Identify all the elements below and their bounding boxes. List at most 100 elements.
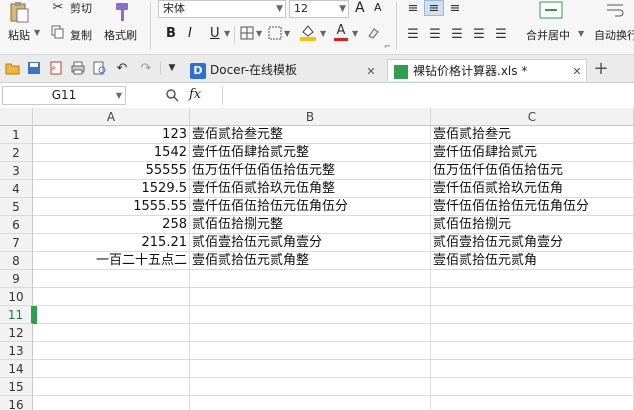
print-icon[interactable] [70,60,86,76]
row-header-4[interactable]: 4 [0,180,33,198]
wrap-text-button[interactable]: 自动换行 [594,27,634,43]
border-icon[interactable] [238,24,256,42]
format-painter-button[interactable]: 格式刷 [104,27,137,43]
shrink-font-button[interactable]: A [374,1,382,14]
align-right-icon[interactable]: ☰ [448,26,466,42]
cell-c11[interactable] [431,306,634,324]
fill-color-icon[interactable] [298,22,318,42]
format-painter-icon[interactable] [110,0,136,24]
cell-c15[interactable] [431,378,634,396]
eraser-icon[interactable] [364,24,382,42]
cell-a7[interactable]: 215.21 [33,234,190,252]
merge-center-button[interactable]: 合并居中 [526,27,570,43]
distributed-align-icon[interactable]: ☰ [492,26,510,42]
cell-a8[interactable]: 一百二十五点二 [33,252,190,270]
tab-spreadsheet[interactable]: 裸钻价格计算器.xls * [387,59,587,81]
cell-b3[interactable]: 伍万伍仟伍佰伍拾伍元整 [190,162,431,180]
row-header-9[interactable]: 9 [0,270,33,288]
row-header-13[interactable]: 13 [0,342,33,360]
cell-c9[interactable] [431,270,634,288]
cell-a9[interactable] [33,270,190,288]
cell-c5[interactable]: 壹仟伍佰伍拾伍元伍角伍分 [431,198,634,216]
bold-button[interactable]: B [166,26,176,41]
merge-dropdown-icon[interactable]: ▼ [284,29,290,38]
cell-a11[interactable] [33,306,190,324]
zoom-icon[interactable] [164,87,180,103]
font-color-icon[interactable]: A [332,22,350,42]
row-header-16[interactable]: 16 [0,396,33,410]
cell-c4[interactable]: 壹仟伍佰贰拾玖元伍角 [431,180,634,198]
row-header-2[interactable]: 2 [0,144,33,162]
row-header-7[interactable]: 7 [0,234,33,252]
cell-b5[interactable]: 壹仟伍佰伍拾伍元伍角伍分 [190,198,431,216]
row-header-10[interactable]: 10 [0,288,33,306]
cell-c16[interactable] [431,396,634,410]
cell-c6[interactable]: 贰佰伍拾捌元 [431,216,634,234]
align-center-icon[interactable]: ☰ [426,26,444,42]
print-preview-icon[interactable] [92,60,108,76]
font-size-select[interactable]: 12 ▼ [289,0,349,18]
underline-button[interactable]: U [210,26,220,41]
cell-a16[interactable] [33,396,190,410]
cell-b9[interactable] [190,270,431,288]
cell-b2[interactable]: 壹仟伍佰肆拾贰元整 [190,144,431,162]
cell-c7[interactable]: 贰佰壹拾伍元贰角壹分 [431,234,634,252]
align-left-icon[interactable]: ☰ [404,26,422,42]
align-top-icon[interactable]: ≡ [404,0,422,16]
open-folder-icon[interactable] [4,60,20,76]
cut-icon[interactable]: ✂ [50,0,66,15]
cell-a3[interactable]: 55555 [33,162,190,180]
cell-c8[interactable]: 壹佰贰拾伍元贰角 [431,252,634,270]
row-header-3[interactable]: 3 [0,162,33,180]
cell-b13[interactable] [190,342,431,360]
close-icon[interactable]: ✕ [364,64,378,78]
cell-a4[interactable]: 1529.5 [33,180,190,198]
fill-color-dropdown-icon[interactable]: ▼ [320,29,326,38]
border-dropdown-icon[interactable]: ▼ [256,29,262,38]
cell-a10[interactable] [33,288,190,306]
copy-button[interactable]: 复制 [70,27,92,43]
cell-a5[interactable]: 1555.55 [33,198,190,216]
column-header-a[interactable]: A [33,108,190,126]
cell-a1[interactable]: 123 [33,126,190,144]
font-dialog-launcher-icon[interactable]: ⌐ [384,42,391,51]
cell-a13[interactable] [33,342,190,360]
cell-a6[interactable]: 258 [33,216,190,234]
redo-icon[interactable]: ↷ [138,60,154,76]
cut-button[interactable]: 剪切 [70,0,92,16]
merge-center-icon[interactable] [538,0,564,20]
wrap-text-icon[interactable] [604,0,626,20]
row-header-1[interactable]: 1 [0,126,33,144]
cell-c14[interactable] [431,360,634,378]
save-icon[interactable] [26,60,42,76]
cell-b12[interactable] [190,324,431,342]
row-header-6[interactable]: 6 [0,216,33,234]
row-header-12[interactable]: 12 [0,324,33,342]
paste-button[interactable]: 粘贴 [8,27,30,43]
underline-dropdown-icon[interactable]: ▼ [224,29,230,38]
cell-c13[interactable] [431,342,634,360]
cell-a2[interactable]: 1542 [33,144,190,162]
font-color-dropdown-icon[interactable]: ▼ [352,29,358,38]
undo-icon[interactable]: ↶ [114,60,130,76]
cell-c3[interactable]: 伍万伍仟伍佰伍拾伍元 [431,162,634,180]
align-bottom-icon[interactable]: ≡ [446,0,464,16]
row-header-15[interactable]: 15 [0,378,33,396]
cell-c12[interactable] [431,324,634,342]
customize-toolbar-icon[interactable]: ▼ [166,60,178,76]
paste-icon[interactable] [6,0,32,24]
row-header-5[interactable]: 5 [0,198,33,216]
grow-font-button[interactable]: A [355,0,365,16]
cell-c2[interactable]: 壹仟伍佰肆拾贰元 [431,144,634,162]
row-header-11[interactable]: 11 [0,306,33,324]
cell-a14[interactable] [33,360,190,378]
justify-icon[interactable]: ☰ [470,26,488,42]
cell-b15[interactable] [190,378,431,396]
font-name-select[interactable]: 宋体 ▼ [158,0,286,18]
cell-b1[interactable]: 壹佰贰拾叁元整 [190,126,431,144]
export-pdf-icon[interactable]: P [48,60,64,76]
italic-button[interactable]: I [188,26,192,41]
tab-docer[interactable]: D Docer-在线模板 [186,59,384,81]
cell-b11[interactable] [190,306,431,324]
insert-function-button[interactable]: fx [189,87,201,102]
